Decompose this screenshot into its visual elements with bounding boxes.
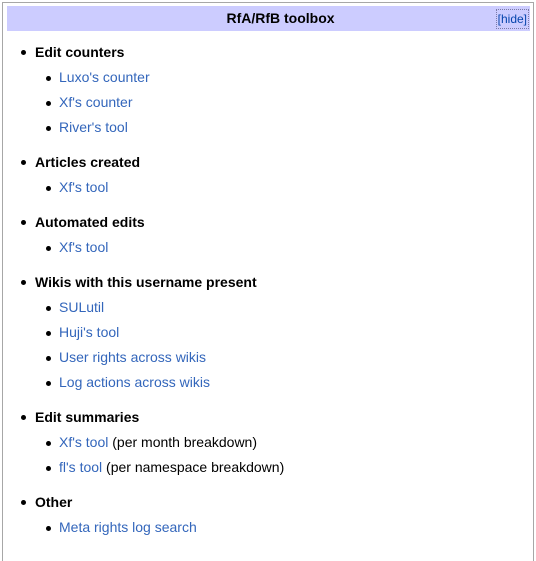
section-heading-label: Edit counters — [35, 44, 125, 60]
section-articles-created: Articles created Xf's tool — [3, 149, 533, 209]
section-heading: Automated edits — [3, 209, 533, 235]
bullet-icon — [46, 466, 51, 471]
section-other: Other Meta rights log search — [3, 489, 533, 540]
section-heading-label: Edit summaries — [35, 409, 140, 425]
bullet-icon — [21, 160, 26, 165]
toolbox-title: RfA/RfB toolbox — [226, 10, 335, 26]
luxo-counter-link[interactable]: Luxo's counter — [59, 69, 150, 85]
xf-tool-automated-link[interactable]: Xf's tool — [59, 239, 108, 255]
bullet-icon — [21, 500, 26, 505]
meta-rights-log-link[interactable]: Meta rights log search — [59, 519, 197, 535]
section-edit-summaries: Edit summaries Xf's tool (per month brea… — [3, 404, 533, 489]
bullet-icon — [46, 356, 51, 361]
section-heading-label: Articles created — [35, 154, 141, 170]
bullet-icon — [21, 280, 26, 285]
list-item: Xf's tool — [3, 175, 533, 200]
breakdown-note: (per namespace breakdown) — [102, 459, 285, 475]
bullet-icon — [46, 526, 51, 531]
list-item: Luxo's counter — [3, 65, 533, 90]
list-item: User rights across wikis — [3, 345, 533, 370]
section-wikis-present: Wikis with this username present SULutil… — [3, 269, 533, 404]
xf-counter-link[interactable]: Xf's counter — [59, 94, 133, 110]
bullet-icon — [21, 220, 26, 225]
bullet-icon — [46, 331, 51, 336]
list-item: Huji's tool — [3, 320, 533, 345]
hide-toggle-link[interactable]: [hide] — [495, 9, 529, 29]
section-heading-label: Automated edits — [35, 214, 145, 230]
sulutil-link[interactable]: SULutil — [59, 299, 104, 315]
xf-tool-summaries-link[interactable]: Xf's tool — [59, 434, 108, 450]
list-item: SULutil — [3, 295, 533, 320]
huji-tool-link[interactable]: Huji's tool — [59, 324, 119, 340]
bullet-icon — [46, 101, 51, 106]
bullet-icon — [46, 306, 51, 311]
list-item: Log actions across wikis — [3, 370, 533, 395]
list-item: fl's tool (per namespace breakdown) — [3, 455, 533, 480]
section-automated-edits: Automated edits Xf's tool — [3, 209, 533, 269]
list-item: River's tool — [3, 115, 533, 140]
user-rights-link[interactable]: User rights across wikis — [59, 349, 206, 365]
section-heading: Edit counters — [3, 39, 533, 65]
section-edit-counters: Edit counters Luxo's counter Xf's counte… — [3, 39, 533, 149]
section-heading-label: Wikis with this username present — [35, 274, 257, 290]
rfa-toolbox: RfA/RfB toolbox [hide] Edit counters Lux… — [2, 2, 534, 561]
list-item: Meta rights log search — [3, 515, 533, 540]
list-item: Xf's counter — [3, 90, 533, 115]
section-heading: Other — [3, 489, 533, 515]
bullet-icon — [46, 246, 51, 251]
bullet-icon — [46, 76, 51, 81]
xf-tool-articles-link[interactable]: Xf's tool — [59, 179, 108, 195]
list-item: Xf's tool — [3, 235, 533, 260]
section-heading: Edit summaries — [3, 404, 533, 430]
bullet-icon — [21, 50, 26, 55]
river-tool-link[interactable]: River's tool — [59, 119, 128, 135]
bullet-icon — [46, 126, 51, 131]
fl-tool-link[interactable]: fl's tool — [59, 459, 102, 475]
bullet-icon — [46, 441, 51, 446]
section-heading-label: Other — [35, 494, 73, 510]
toolbox-sections: Edit counters Luxo's counter Xf's counte… — [3, 39, 533, 540]
section-heading: Articles created — [3, 149, 533, 175]
bullet-icon — [46, 381, 51, 386]
bullet-icon — [46, 186, 51, 191]
breakdown-note: (per month breakdown) — [108, 434, 258, 450]
log-actions-link[interactable]: Log actions across wikis — [59, 374, 210, 390]
list-item: Xf's tool (per month breakdown) — [3, 430, 533, 455]
bullet-icon — [21, 415, 26, 420]
toolbox-header: RfA/RfB toolbox [hide] — [7, 6, 530, 31]
section-heading: Wikis with this username present — [3, 269, 533, 295]
